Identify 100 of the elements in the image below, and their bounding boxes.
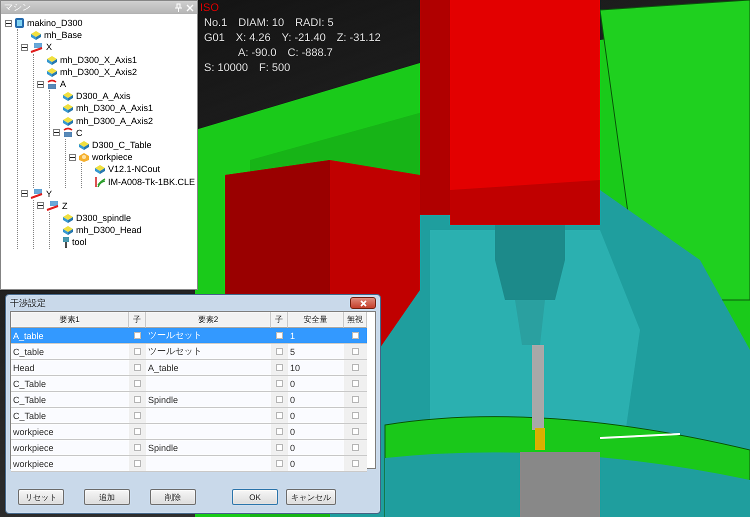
dialog-button[interactable]: 追加 bbox=[84, 489, 130, 505]
dialog-button[interactable]: 削除 bbox=[150, 489, 196, 505]
table-cell[interactable]: workpiece bbox=[11, 424, 129, 440]
checkbox[interactable] bbox=[352, 428, 359, 435]
dialog-button[interactable]: OK bbox=[232, 489, 278, 505]
collapse-toggle[interactable] bbox=[5, 20, 12, 27]
checkbox[interactable] bbox=[134, 380, 141, 387]
dialog-button[interactable]: キャンセル bbox=[286, 489, 336, 505]
checkbox[interactable] bbox=[134, 348, 141, 355]
table-cell: A_table bbox=[146, 360, 271, 376]
table-cell[interactable]: C_Table bbox=[11, 376, 129, 392]
checkbox[interactable] bbox=[352, 460, 359, 467]
table-cell[interactable]: Head bbox=[11, 360, 129, 376]
table-cell: 0 bbox=[288, 456, 344, 472]
tree-item[interactable]: D300_A_Axis bbox=[76, 91, 131, 102]
table-cell: ツールセット bbox=[146, 328, 271, 344]
column-header[interactable]: 無視 bbox=[344, 312, 367, 328]
tree-item[interactable]: tool bbox=[72, 237, 87, 248]
checkbox[interactable] bbox=[352, 332, 359, 339]
tree-item[interactable]: V12.1-NCout bbox=[108, 164, 160, 174]
tree-item[interactable]: mh_D300_A_Axis1 bbox=[76, 103, 154, 114]
tree-item[interactable]: IM-A008-Tk-1BK.CLE bbox=[108, 176, 196, 187]
checkbox[interactable] bbox=[134, 444, 141, 451]
checkbox[interactable] bbox=[276, 348, 283, 355]
tree-item[interactable]: mh_D300_X_Axis2 bbox=[60, 66, 138, 77]
tree-item[interactable]: X bbox=[46, 42, 52, 52]
table-cell[interactable]: C_Table bbox=[11, 392, 129, 408]
tree-item[interactable]: D300_C_Table bbox=[92, 140, 152, 150]
checkbox[interactable] bbox=[276, 460, 283, 467]
collapse-toggle[interactable] bbox=[21, 44, 28, 51]
table-cell: 0 bbox=[288, 440, 344, 456]
table-cell[interactable]: C_Table bbox=[11, 408, 129, 424]
view-label: ISO bbox=[200, 1, 220, 16]
tool-icon bbox=[62, 236, 70, 248]
tree-item[interactable]: mh_D300_Head bbox=[76, 225, 142, 236]
checkbox[interactable] bbox=[276, 444, 283, 451]
collapse-toggle[interactable] bbox=[53, 129, 60, 136]
checkbox[interactable] bbox=[352, 348, 359, 355]
checkbox[interactable] bbox=[352, 396, 359, 403]
dialog-title: 干渉設定 bbox=[10, 296, 46, 310]
part-icon bbox=[62, 91, 74, 102]
column-header[interactable]: 安全量 bbox=[288, 312, 344, 328]
readout-text: X: 4.26 bbox=[236, 31, 271, 46]
readout-text: Y: -21.40 bbox=[282, 31, 326, 46]
tree-item[interactable]: Z bbox=[62, 200, 68, 211]
checkbox[interactable] bbox=[352, 444, 359, 451]
checkbox[interactable] bbox=[276, 332, 283, 339]
readout-text: DIAM: 10 bbox=[238, 16, 284, 31]
column-header[interactable]: 要素2 bbox=[146, 312, 271, 328]
checkbox[interactable] bbox=[352, 364, 359, 371]
column-header[interactable]: 子 bbox=[271, 312, 288, 328]
checkbox[interactable] bbox=[134, 364, 141, 371]
checkbox[interactable] bbox=[134, 396, 141, 403]
tree-item[interactable]: D300_spindle bbox=[76, 213, 132, 224]
part-icon bbox=[46, 54, 58, 65]
collapse-toggle[interactable] bbox=[37, 202, 44, 210]
checkbox[interactable] bbox=[134, 332, 141, 339]
checkbox[interactable] bbox=[276, 396, 283, 403]
column-header[interactable]: 要素1 bbox=[11, 312, 129, 328]
checkbox[interactable] bbox=[276, 412, 283, 419]
tree-item[interactable]: makino_D300 bbox=[27, 18, 83, 28]
tree-item[interactable]: workpiece bbox=[92, 152, 133, 162]
part-icon bbox=[62, 116, 74, 126]
tree-item[interactable]: C bbox=[76, 128, 82, 138]
collapse-toggle[interactable] bbox=[37, 80, 44, 88]
readout-text: No.1 bbox=[204, 16, 228, 31]
readout-text: G01 bbox=[204, 31, 225, 46]
machine-icon bbox=[14, 17, 25, 30]
part-icon bbox=[78, 140, 90, 150]
table-cell: 0 bbox=[288, 376, 344, 392]
tree-item[interactable]: A bbox=[60, 79, 66, 90]
checkbox[interactable] bbox=[134, 460, 141, 467]
table-cell[interactable]: workpiece bbox=[11, 440, 129, 456]
linear-axis-icon bbox=[46, 200, 60, 212]
checkbox[interactable] bbox=[352, 380, 359, 387]
checkbox[interactable] bbox=[352, 412, 359, 419]
part-icon bbox=[30, 30, 42, 40]
tree-item[interactable]: Y bbox=[46, 188, 52, 199]
tree-item[interactable]: mh_D300_A_Axis2 bbox=[76, 116, 154, 126]
part-icon bbox=[62, 213, 74, 224]
close-button[interactable] bbox=[350, 297, 376, 309]
tree-item[interactable]: mh_D300_X_Axis1 bbox=[60, 54, 138, 65]
checkbox[interactable] bbox=[134, 412, 141, 419]
part-icon bbox=[94, 164, 106, 174]
table-cell: 0 bbox=[288, 392, 344, 408]
close-icon[interactable] bbox=[186, 4, 194, 12]
table-cell[interactable]: workpiece bbox=[11, 456, 129, 472]
pin-icon[interactable] bbox=[175, 3, 182, 12]
checkbox[interactable] bbox=[276, 428, 283, 435]
collapse-toggle[interactable] bbox=[69, 154, 76, 161]
table-cell[interactable]: C_table bbox=[11, 344, 129, 360]
dialog-button[interactable]: リセット bbox=[18, 489, 64, 505]
checkbox[interactable] bbox=[276, 364, 283, 371]
checkbox[interactable] bbox=[134, 428, 141, 435]
column-header[interactable]: 子 bbox=[129, 312, 146, 328]
checkbox[interactable] bbox=[276, 380, 283, 387]
readout-text: C: -888.7 bbox=[288, 46, 333, 61]
tree-item[interactable]: mh_Base bbox=[44, 30, 82, 40]
collapse-toggle[interactable] bbox=[21, 190, 28, 198]
readout-text: F: 500 bbox=[259, 61, 290, 76]
